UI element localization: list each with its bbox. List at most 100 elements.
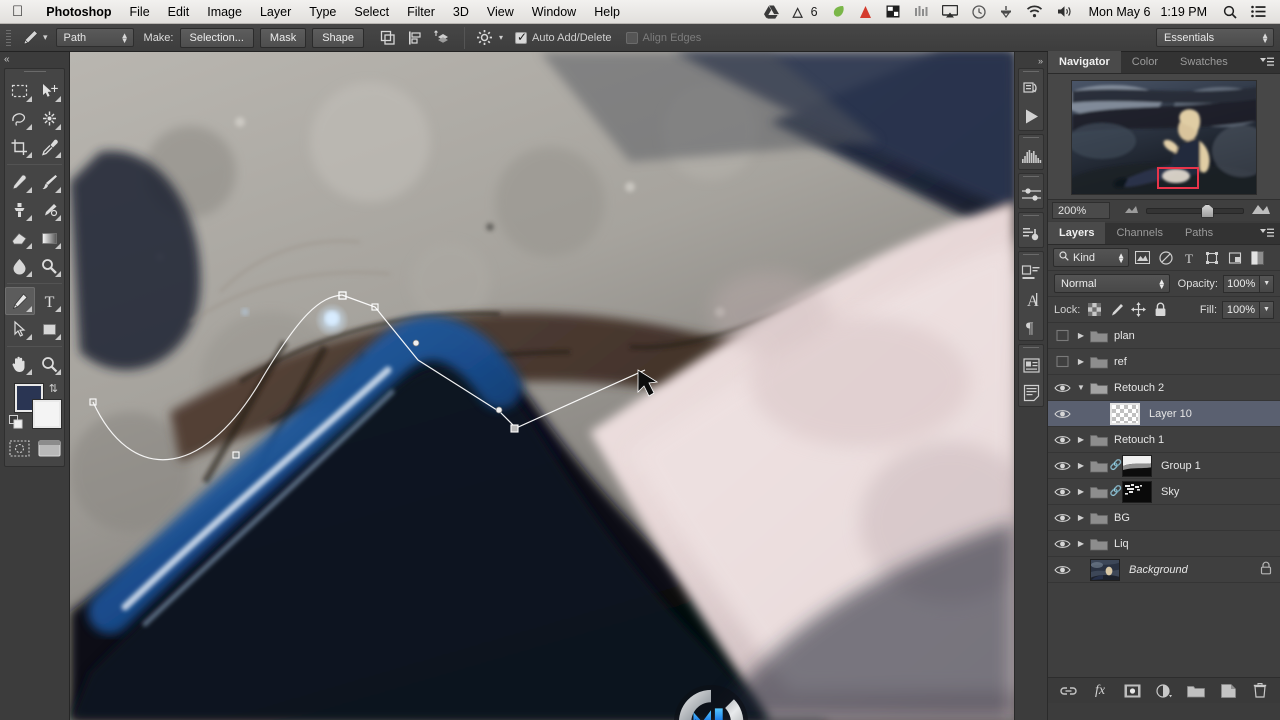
layer-mask-icon[interactable] — [1123, 682, 1141, 700]
paragraph-panel-icon[interactable]: ¶ — [1019, 313, 1043, 340]
screen-mode-icon[interactable] — [35, 434, 65, 462]
layer-row-sky[interactable]: ▶ 🔗 Sky — [1048, 479, 1280, 505]
layer-mask-thumbnail[interactable] — [1122, 480, 1152, 503]
default-colors-icon[interactable] — [9, 415, 23, 432]
layer-row-background[interactable]: Background — [1048, 557, 1280, 583]
gradient-tool-icon[interactable] — [35, 224, 65, 252]
path-arrangement-icon[interactable] — [430, 27, 454, 49]
make-mask-button[interactable]: Mask — [259, 27, 307, 48]
adjustments-panel-icon[interactable] — [1019, 181, 1043, 208]
airplay-icon[interactable] — [936, 5, 964, 18]
menu-item-file[interactable]: File — [121, 0, 159, 24]
visibility-toggle[interactable] — [1050, 512, 1074, 524]
layer-thumbnail[interactable] — [1090, 558, 1120, 581]
document-canvas[interactable] — [70, 52, 1014, 720]
dock-gripper[interactable] — [1019, 135, 1043, 142]
layer-mask-thumbnail[interactable] — [1122, 454, 1152, 477]
make-selection-button[interactable]: Selection... — [179, 27, 254, 48]
gear-icon[interactable] — [472, 27, 496, 49]
lock-all-icon[interactable] — [1153, 302, 1168, 318]
filter-toggle-icon[interactable] — [1248, 248, 1267, 268]
triangle-icon[interactable] — [853, 5, 878, 19]
visibility-toggle[interactable] — [1050, 408, 1074, 420]
auto-add-delete-checkbox[interactable]: Auto Add/Delete — [515, 30, 612, 44]
smart-object-filter-icon[interactable] — [1225, 248, 1244, 268]
path-selection-tool-icon[interactable] — [5, 315, 35, 343]
time-machine-icon[interactable] — [966, 4, 992, 19]
eraser-tool-icon[interactable] — [5, 224, 35, 252]
layer-row-ref[interactable]: ▶ ref — [1048, 349, 1280, 375]
menu-item-layer[interactable]: Layer — [251, 0, 300, 24]
opacity-stepper-icon[interactable]: ▼ — [1260, 274, 1275, 293]
dock-gripper[interactable] — [1019, 252, 1043, 259]
background-color-swatch[interactable] — [33, 400, 61, 428]
mask-link-icon[interactable]: 🔗 — [1110, 486, 1122, 497]
type-tool-icon[interactable]: T — [35, 287, 65, 315]
tab-channels[interactable]: Channels — [1105, 222, 1173, 244]
pen-tool-icon[interactable] — [5, 287, 35, 315]
layer-kind-filter[interactable]: Kind ▲ ▼ — [1053, 248, 1129, 267]
visibility-toggle[interactable] — [1050, 382, 1074, 394]
panel-menu-icon[interactable] — [1260, 57, 1274, 71]
expand-triangle-icon[interactable]: ▶ — [1074, 513, 1088, 522]
list-icon[interactable] — [1245, 5, 1272, 18]
dock-gripper[interactable] — [1019, 213, 1043, 220]
visibility-toggle[interactable] — [1050, 355, 1074, 368]
volume-icon[interactable] — [1051, 5, 1079, 18]
visibility-toggle[interactable] — [1050, 434, 1074, 446]
menu-item-edit[interactable]: Edit — [159, 0, 199, 24]
menu-item-view[interactable]: View — [478, 0, 523, 24]
search-icon[interactable] — [1217, 5, 1243, 19]
usb-eject-icon[interactable] — [994, 5, 1018, 19]
layer-style-icon[interactable]: fx — [1091, 682, 1109, 700]
anvil-icon[interactable]: △ — [787, 0, 809, 24]
navigator-view-rectangle[interactable] — [1157, 167, 1199, 189]
dock-gripper[interactable] — [1019, 174, 1043, 181]
quick-mask-icon[interactable] — [5, 434, 35, 462]
notes-panel-icon[interactable] — [1019, 379, 1043, 406]
zoom-level-field[interactable]: 200% — [1052, 202, 1110, 219]
menu-item-window[interactable]: Window — [523, 0, 585, 24]
adjustment-layer-icon[interactable] — [1155, 682, 1173, 700]
visibility-toggle[interactable] — [1050, 460, 1074, 472]
expand-triangle-icon[interactable]: ▶ — [1074, 487, 1088, 496]
visibility-toggle[interactable] — [1050, 538, 1074, 550]
move-tool-icon[interactable] — [35, 77, 65, 105]
menu-item-photoshop[interactable]: Photoshop — [37, 0, 120, 24]
hand-tool-icon[interactable] — [5, 350, 35, 378]
path-mode-select[interactable]: Path ▲ ▼ — [55, 28, 134, 47]
actions-panel-icon[interactable] — [1019, 103, 1043, 130]
layer-row-bg[interactable]: ▶ BG — [1048, 505, 1280, 531]
new-layer-icon[interactable] — [1219, 682, 1237, 700]
zoom-slider[interactable] — [1146, 203, 1244, 218]
menu-item-3d[interactable]: 3D — [444, 0, 478, 24]
healing-brush-tool-icon[interactable] — [5, 168, 35, 196]
menu-item-help[interactable]: Help — [585, 0, 629, 24]
layer-row-retouch-1[interactable]: ▶ Retouch 1 — [1048, 427, 1280, 453]
history-brush-tool-icon[interactable] — [35, 196, 65, 224]
layer-row-retouch-2[interactable]: ▼ Retouch 2 — [1048, 375, 1280, 401]
layer-row-layer-10[interactable]: Layer 10 — [1048, 401, 1280, 427]
histogram-panel-icon[interactable] — [1019, 142, 1043, 169]
lock-transparency-icon[interactable] — [1087, 302, 1102, 318]
dock-collapse-button[interactable]: » — [1015, 54, 1047, 68]
info-panel-icon[interactable] — [1019, 352, 1043, 379]
dodge-tool-icon[interactable] — [35, 252, 65, 280]
opacity-field[interactable]: 100% — [1223, 274, 1261, 293]
expand-triangle-icon[interactable]: ▶ — [1074, 435, 1088, 444]
tools-gripper[interactable] — [5, 69, 64, 77]
workspace-select[interactable]: Essentials ▲ ▼ — [1156, 28, 1274, 47]
dock-gripper[interactable] — [1019, 69, 1043, 76]
lock-position-icon[interactable] — [1131, 302, 1147, 318]
blend-mode-select[interactable]: Normal ▲ ▼ — [1054, 274, 1170, 293]
brush-tool-icon[interactable] — [35, 168, 65, 196]
eyedropper-tool-icon[interactable] — [35, 133, 65, 161]
tab-swatches[interactable]: Swatches — [1169, 51, 1239, 73]
character-panel-icon[interactable]: A — [1019, 286, 1043, 313]
zoom-tool-icon[interactable] — [35, 350, 65, 378]
google-drive-icon[interactable] — [758, 4, 785, 19]
menu-item-select[interactable]: Select — [345, 0, 398, 24]
window-tile-icon[interactable] — [880, 5, 906, 18]
type-layer-filter-icon[interactable]: T — [1179, 248, 1198, 268]
blur-tool-icon[interactable] — [5, 252, 35, 280]
